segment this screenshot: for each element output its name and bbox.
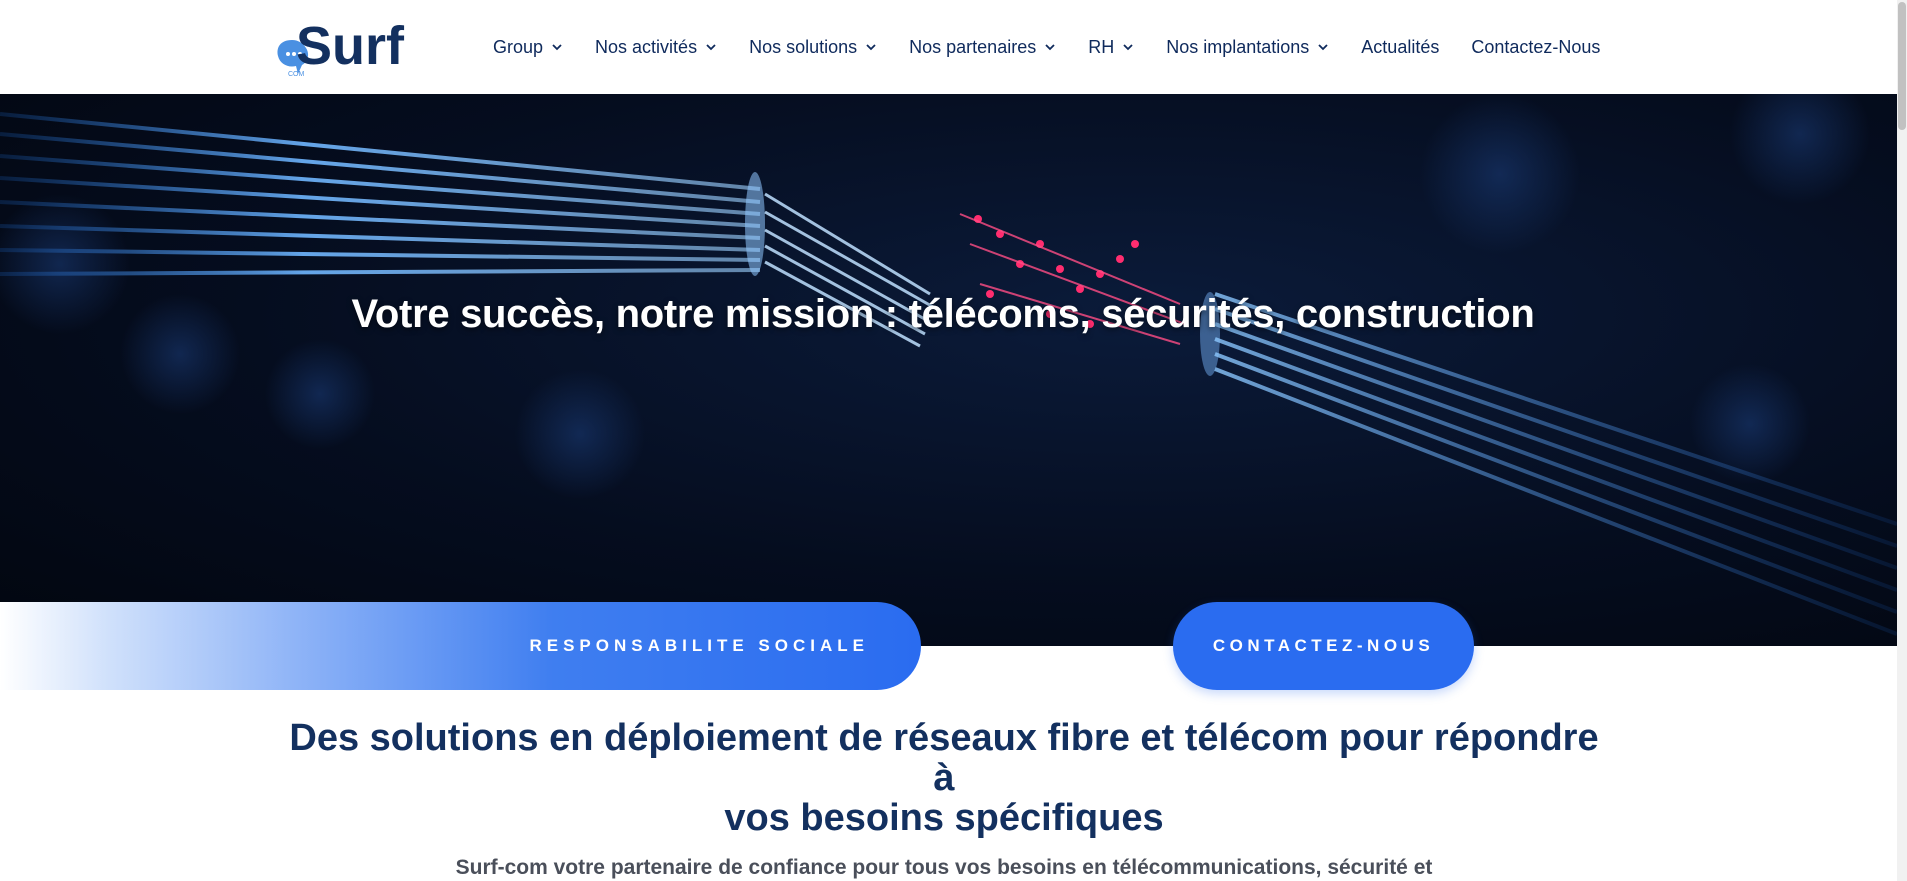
chevron-down-icon: [866, 44, 876, 51]
page-scrollbar[interactable]: [1897, 0, 1907, 881]
nav-item-label: Nos activités: [595, 36, 698, 57]
nav-item-label: Nos implantations: [1166, 36, 1310, 57]
scrollbar-thumb[interactable]: [1898, 2, 1906, 130]
chevron-down-icon: [706, 44, 716, 51]
nav-item-rh[interactable]: RH: [1088, 37, 1134, 58]
nav-item-label: RH: [1088, 36, 1115, 57]
button-label: RESPONSABILITE SOCIALE: [529, 636, 869, 655]
nav-item-label: Group: [493, 36, 544, 57]
svg-text:COM: COM: [288, 71, 305, 78]
contactez-nous-button[interactable]: CONTACTEZ-NOUS: [1173, 602, 1474, 690]
nav-item-nos-implantations[interactable]: Nos implantations: [1166, 37, 1329, 58]
main-nav: Group Nos activités Nos solutions Nos pa…: [493, 0, 1600, 94]
nav-item-label: Nos partenaires: [909, 36, 1037, 57]
nav-item-label: Contactez-Nous: [1471, 36, 1601, 57]
svg-text:Surf: Surf: [296, 16, 405, 76]
button-label: CONTACTEZ-NOUS: [1212, 636, 1435, 655]
section-title-line2: vos besoins spécifiques: [724, 797, 1164, 839]
nav-item-nos-activites[interactable]: Nos activités: [595, 37, 717, 58]
nav-item-label: Actualités: [1361, 36, 1440, 57]
nav-item-contactez-nous[interactable]: Contactez-Nous: [1471, 37, 1600, 58]
chevron-down-icon: [552, 44, 562, 51]
nav-item-nos-partenaires[interactable]: Nos partenaires: [909, 37, 1056, 58]
nav-item-nos-solutions[interactable]: Nos solutions: [749, 37, 877, 58]
section-title: Des solutions en déploiement de réseaux …: [274, 718, 1614, 838]
chevron-down-icon: [1045, 44, 1055, 51]
surf-com-logo[interactable]: Surf COM: [274, 14, 430, 78]
chevron-down-icon: [1318, 44, 1328, 51]
chevron-down-icon: [1123, 44, 1133, 51]
nav-item-group[interactable]: Group: [493, 37, 563, 58]
intro-text: Surf-com votre partenaire de confiance p…: [455, 856, 1433, 879]
site-header: Surf COM Group Nos activités Nos solutio…: [0, 0, 1907, 94]
section-title-line1: Des solutions en déploiement de réseaux …: [289, 717, 1599, 799]
fiber-optic-cable-image: [0, 94, 1897, 636]
responsabilite-sociale-button[interactable]: RESPONSABILITE SOCIALE: [0, 602, 921, 690]
hero-title: Votre succès, notre mission : télécoms, …: [351, 292, 1535, 336]
nav-item-label: Nos solutions: [749, 36, 858, 57]
hero-banner: Votre succès, notre mission : télécoms, …: [0, 94, 1897, 646]
nav-item-actualites[interactable]: Actualités: [1361, 37, 1439, 58]
